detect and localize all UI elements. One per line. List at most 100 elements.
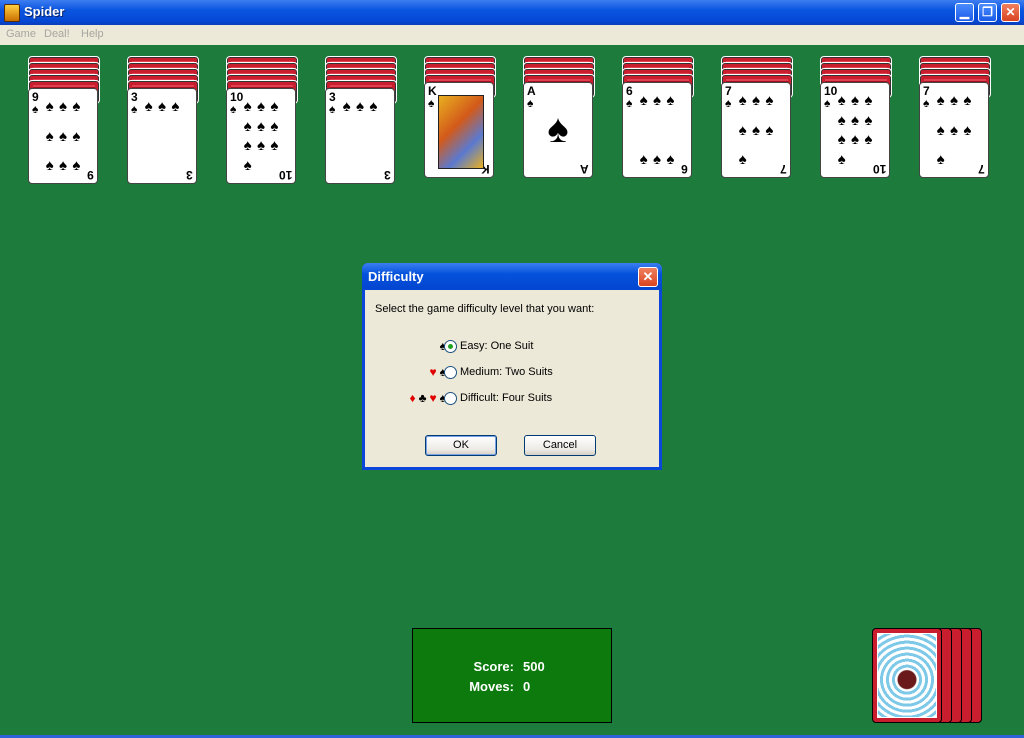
- spade-icon: ♠: [257, 117, 265, 135]
- face-up-card[interactable]: 6 ♠ 6 ♠ ♠ ♠ ♠ ♠ ♠: [622, 82, 692, 178]
- spade-icon: ♠: [653, 151, 661, 168]
- spade-icon: ♠: [666, 151, 675, 168]
- face-up-card[interactable]: 9 ♠ 9 ♠ ♠ ♠ ♠ ♠ ♠ ♠ ♠ ♠: [28, 88, 98, 184]
- spade-icon: ♠: [963, 121, 972, 139]
- spade-icon: ♠: [765, 92, 774, 109]
- dialog-title-bar[interactable]: Difficulty ✕: [362, 263, 662, 290]
- spade-icon: ♠: [257, 98, 265, 115]
- minimize-button[interactable]: ▁: [955, 3, 974, 22]
- spade-icon: ♠: [270, 137, 279, 155]
- spade-icon: ♠: [72, 98, 81, 115]
- spade-icon: ♠: [752, 92, 760, 109]
- spade-icon: ♠: [851, 111, 859, 129]
- spade-icon: ♠: [864, 92, 873, 109]
- spade-icon: ♠: [936, 121, 945, 139]
- spade-icon: ♠: [738, 92, 747, 109]
- easy-radio[interactable]: [444, 340, 457, 353]
- spade-icon: ♠: [765, 121, 774, 139]
- medium-label[interactable]: Medium: Two Suits: [460, 366, 553, 378]
- cancel-button[interactable]: Cancel: [524, 435, 596, 456]
- card-rank: 6 ♠: [626, 84, 633, 110]
- spider-app-icon[interactable]: [4, 4, 20, 22]
- card-pips: ♠ ♠ ♠ ♠ ♠ ♠ ♠: [934, 93, 974, 167]
- spade-icon: ♠: [72, 127, 81, 145]
- card-rank: A ♠: [527, 84, 536, 110]
- spade-icon: ♠: [666, 92, 675, 109]
- spade-icon: ♠: [837, 150, 846, 168]
- face-up-card[interactable]: A ♠ A ♠: [523, 82, 593, 178]
- spade-icon: ♠: [653, 92, 661, 109]
- medium-radio[interactable]: [444, 366, 457, 379]
- title-bar[interactable]: Spider ▁ ❐ ✕: [0, 0, 1024, 25]
- option-easy[interactable]: ♠ Easy: One Suit: [365, 338, 659, 356]
- difficult-radio[interactable]: [444, 392, 457, 405]
- card-rank-bottom: 9: [87, 168, 94, 182]
- face-up-card[interactable]: K ♠ K: [424, 82, 494, 178]
- face-up-card[interactable]: 3 ♠ 3 ♠ ♠ ♠: [127, 88, 197, 184]
- close-button[interactable]: ✕: [1001, 3, 1020, 22]
- face-up-card[interactable]: 7 ♠ 7 ♠ ♠ ♠ ♠ ♠ ♠ ♠: [919, 82, 989, 178]
- card-rank: K ♠: [428, 84, 437, 110]
- face-up-card[interactable]: 3 ♠ 3 ♠ ♠ ♠: [325, 88, 395, 184]
- card-rank: 3 ♠: [131, 90, 138, 116]
- spade-icon: ♠: [936, 151, 945, 168]
- face-up-card[interactable]: 10 ♠ 10 ♠ ♠ ♠ ♠ ♠ ♠ ♠ ♠ ♠ ♠: [226, 88, 296, 184]
- dialog-title: Difficulty: [368, 269, 424, 284]
- spade-icon: ♠: [936, 92, 945, 109]
- spade-icon: ♠: [270, 117, 279, 135]
- spade-icon: ♠: [864, 131, 873, 149]
- restore-button[interactable]: ❐: [978, 3, 997, 22]
- spade-icon: ♠: [243, 156, 252, 174]
- window-title: Spider: [24, 4, 65, 19]
- spade-icon: ♠: [243, 137, 252, 155]
- easy-label[interactable]: Easy: One Suit: [460, 340, 533, 352]
- face-up-card[interactable]: 7 ♠ 7 ♠ ♠ ♠ ♠ ♠ ♠ ♠: [721, 82, 791, 178]
- spade-icon: ♠: [369, 98, 378, 115]
- menu-game[interactable]: Game: [6, 28, 36, 40]
- spade-icon: ♠: [45, 127, 54, 145]
- card-pips: ♠ ♠ ♠ ♠ ♠ ♠ ♠: [736, 93, 776, 167]
- ace-spade-icon: ♠: [547, 107, 569, 151]
- dialog-close-button[interactable]: ✕: [638, 267, 658, 287]
- spade-icon: ♠: [639, 151, 648, 168]
- card-pips: ♠ ♠ ♠: [142, 99, 182, 173]
- spade-icon: ♠: [851, 131, 859, 149]
- card-pips: ♠ ♠ ♠ ♠ ♠ ♠ ♠ ♠ ♠ ♠: [241, 99, 281, 173]
- card-rank-bottom: 3: [186, 168, 193, 182]
- dialog-prompt: Select the game difficulty level that yo…: [375, 303, 595, 315]
- difficulty-dialog: Difficulty ✕ Select the game difficulty …: [362, 263, 662, 470]
- menu-bar: Game Deal! Help: [0, 25, 1024, 45]
- score-label: Score:: [473, 659, 514, 674]
- stock-card[interactable]: [872, 628, 942, 723]
- spade-icon: ♠: [59, 127, 67, 145]
- option-difficult[interactable]: ♦♣♥♠ Difficult: Four Suits: [365, 390, 659, 408]
- card-pips: ♠ ♠ ♠: [340, 99, 380, 173]
- spade-icon: ♠: [243, 117, 252, 135]
- score-value: 500: [523, 659, 545, 674]
- spade-icon: ♠: [837, 111, 846, 129]
- spade-icon: ♠: [342, 98, 351, 115]
- ok-button[interactable]: OK: [425, 435, 497, 456]
- score-panel[interactable]: Score: 500 Moves: 0: [412, 628, 612, 723]
- spade-icon: ♠: [639, 92, 648, 109]
- spade-icon: ♠: [270, 98, 279, 115]
- spade-icon: ♠: [864, 111, 873, 129]
- difficult-label[interactable]: Difficult: Four Suits: [460, 392, 552, 404]
- spade-icon: ♠: [752, 121, 760, 139]
- spade-icon: ♠: [59, 157, 67, 174]
- spade-icon: ♠: [837, 131, 846, 149]
- spade-icon: ♠: [257, 137, 265, 155]
- spade-icon: ♠: [45, 98, 54, 115]
- spade-icon: ♠: [144, 98, 153, 115]
- option-medium[interactable]: ♥♠ Medium: Two Suits: [365, 364, 659, 382]
- spade-icon: ♠: [59, 98, 67, 115]
- card-pips: ♠ ♠ ♠ ♠ ♠ ♠ ♠ ♠ ♠ ♠: [835, 93, 875, 167]
- card-rank: 3 ♠: [329, 90, 336, 116]
- spade-icon: ♠: [837, 92, 846, 109]
- card-rank-bottom: A: [580, 162, 589, 176]
- moves-label: Moves:: [469, 679, 514, 694]
- face-up-card[interactable]: 10 ♠ 10 ♠ ♠ ♠ ♠ ♠ ♠ ♠ ♠ ♠ ♠: [820, 82, 890, 178]
- menu-help[interactable]: Help: [81, 28, 104, 40]
- spade-icon: ♠: [45, 157, 54, 174]
- menu-deal[interactable]: Deal!: [44, 28, 70, 40]
